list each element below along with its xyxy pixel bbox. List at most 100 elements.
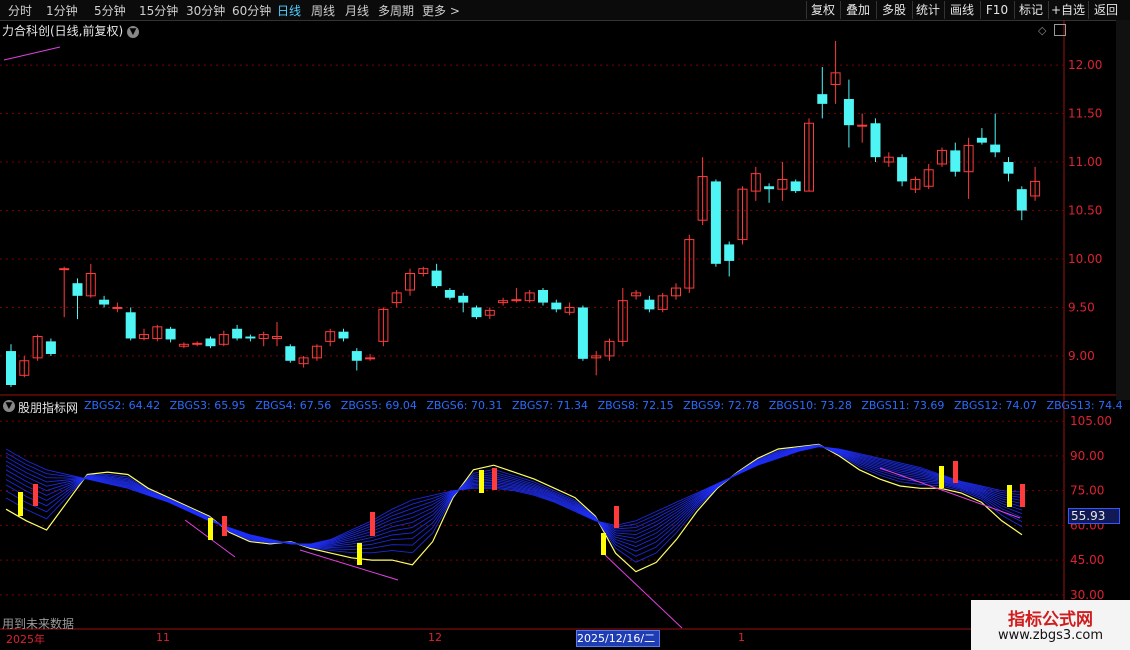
price-tick-label: 10.50 [1068,204,1102,218]
candle-body [963,145,974,173]
candle-body [910,178,921,190]
candle-body [338,331,349,339]
indicator-value: ZBGS10: 73.28 [768,399,852,412]
candle-body [391,292,402,304]
back-button[interactable]: 返回 [1088,1,1123,19]
candle-body [750,173,761,192]
price-tick-label: 11.50 [1068,107,1102,121]
signal-bar [357,543,362,565]
candle-body [817,94,828,104]
candle-body [272,336,282,339]
candle-body [897,157,908,182]
candle-body [99,299,110,305]
candle-body [245,336,256,339]
candle-body [418,268,429,275]
candle-body [6,351,16,385]
period-more[interactable]: 更多 > [422,2,460,19]
candle-body [1030,180,1041,197]
candle-body [724,244,735,261]
period-5min[interactable]: 5分钟 [94,2,126,19]
period-30min[interactable]: 30分钟 [186,2,225,19]
candle-body [152,326,163,339]
series-fan-line [5,445,1023,547]
period-60min[interactable]: 60分钟 [232,2,271,19]
series-fan-line [5,445,1023,546]
candle-body [564,306,575,313]
signal-bar [1020,484,1025,507]
candle-body [218,334,229,345]
period-monthly[interactable]: 月线 [345,2,369,19]
indicator-value: ZBGS5: 69.04 [340,399,417,412]
period-1min[interactable]: 1分钟 [46,2,78,19]
signal-bar [18,492,23,516]
signal-bar [492,468,497,490]
current-value-badge: 55.93 [1068,508,1120,524]
candle-body [139,334,149,339]
candle-body [511,299,522,302]
period-multi[interactable]: 多周期 [378,2,414,19]
candle-body [671,287,681,297]
candle-body [990,144,1001,153]
candle-body [19,360,30,376]
candle-body [1003,162,1014,174]
multi-stock-button[interactable]: 多股 [876,1,911,19]
period-daily[interactable]: 日线 [277,2,301,19]
panel-toggle-icon[interactable] [1054,24,1066,36]
candle-body [1016,189,1027,211]
candle-body [365,357,376,360]
candle-body [524,292,535,302]
series-fan-line [5,444,1023,563]
candle-body [178,343,189,347]
mark-button[interactable]: 标记 [1014,1,1047,19]
diamond-icon[interactable]: ◇ [1038,24,1046,37]
period-fenshi[interactable]: 分时 [8,2,32,19]
indicator-value: ZBGS13: 74.4 [1046,399,1123,412]
candle-body [830,72,841,85]
candle-body [617,300,628,342]
chevron-down-icon[interactable]: ▼ [127,25,140,38]
candle-body [378,308,389,342]
period-weekly[interactable]: 周线 [311,2,335,19]
indicator-value: ZBGS2: 64.42 [84,399,161,412]
add-watchlist-button[interactable]: +自选 [1048,1,1087,19]
fuquan-button[interactable]: 复权 [806,1,839,19]
candle-body [804,122,814,192]
candle-body [923,169,934,187]
signal-bar [953,461,958,483]
series-line-zbgs2 [5,443,1023,573]
price-tick-label: 10.00 [1068,252,1102,266]
candle-body [883,156,894,163]
candle-body [777,178,788,190]
date-label-nov: 11 [156,631,170,644]
candle-body [538,289,548,303]
price-tick-label: 11.00 [1068,155,1102,169]
period-15min[interactable]: 15分钟 [139,2,178,19]
trend-line [184,519,236,558]
candle-body [458,295,469,303]
candle-body [870,123,881,158]
watermark-title: 指标公式网 [1008,610,1093,630]
indicator-collapse-icon[interactable]: ▼ [3,400,15,412]
candle-body [85,273,96,297]
series-fan-line [5,444,1023,552]
stats-button[interactable]: 统计 [912,1,943,19]
series-fan-line [5,446,1023,545]
candle-body [937,149,947,165]
date-label-jan: 1 [738,631,745,644]
indicator-value: ZBGS11: 73.69 [861,399,945,412]
chart-title: 力合科创(日线,前复权) ▼ [2,22,140,39]
candle-body [484,309,495,316]
candle-body [790,181,801,192]
price-tick-label: 9.50 [1068,300,1095,314]
indicator-value: ZBGS9: 72.78 [683,399,760,412]
indicator-value: ZBGS8: 72.15 [597,399,674,412]
f10-button[interactable]: F10 [980,1,1013,19]
watermark: 指标公式网 www.zbgs3.com [971,600,1130,650]
candle-body [165,328,176,340]
side-panel-strip[interactable] [1116,20,1130,400]
signal-bar [601,533,606,555]
candle-body [125,312,136,339]
draw-line-button[interactable]: 画线 [944,1,979,19]
overlay-button[interactable]: 叠加 [840,1,875,19]
candle-body [604,340,615,357]
